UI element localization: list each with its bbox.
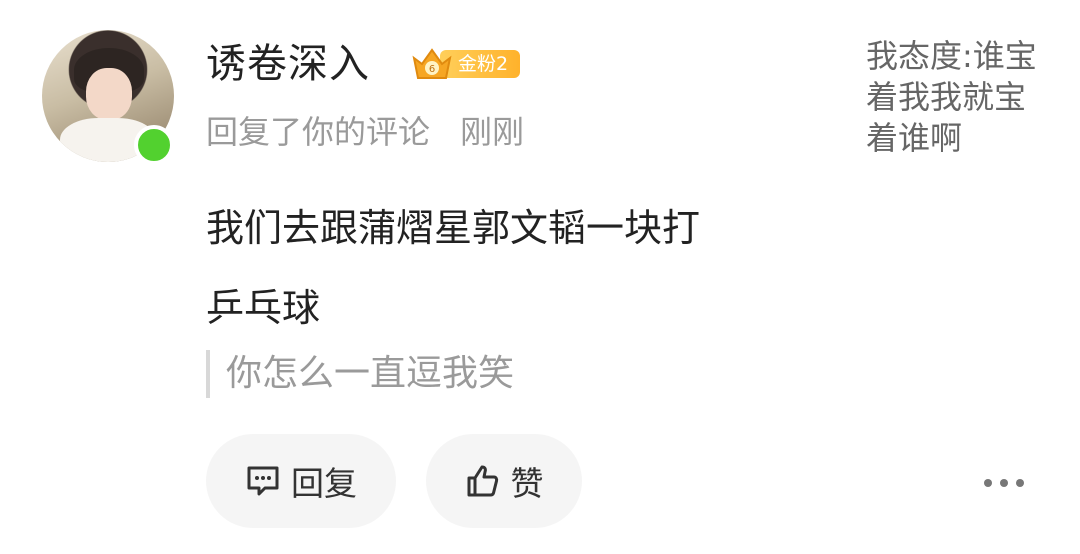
- comment-content[interactable]: 我们去跟蒲熠星郭文韬一块打 乒乓球: [206, 188, 826, 348]
- svg-text:6: 6: [429, 64, 435, 75]
- original-comment-preview[interactable]: 我态度:谁宝着我我就宝着谁啊: [866, 36, 1056, 159]
- crown-icon: 6: [412, 48, 452, 79]
- fan-badge[interactable]: 金粉2 6: [410, 46, 520, 82]
- reply-button[interactable]: 回复: [206, 434, 396, 528]
- comment-line-1: 我们去跟蒲熠星郭文韬一块打: [206, 206, 701, 250]
- avatar-face: [86, 68, 132, 120]
- action-text: 回复了你的评论: [206, 113, 431, 151]
- thumbs-up-icon: [467, 465, 498, 497]
- like-button[interactable]: 赞: [426, 434, 582, 528]
- comment-line-2: 乒乓球: [206, 286, 321, 330]
- online-status-indicator: [134, 125, 174, 165]
- comment-meta: 回复了你的评论 刚刚: [206, 110, 524, 154]
- comment-icon: [247, 466, 279, 496]
- username[interactable]: 诱卷深入: [206, 36, 370, 92]
- timestamp: 刚刚: [460, 113, 525, 151]
- like-label: 赞: [510, 464, 544, 503]
- more-dots-icon[interactable]: [984, 468, 1024, 498]
- reply-label: 回复: [291, 464, 357, 503]
- quoted-reply[interactable]: 你怎么一直逗我笑: [206, 350, 514, 398]
